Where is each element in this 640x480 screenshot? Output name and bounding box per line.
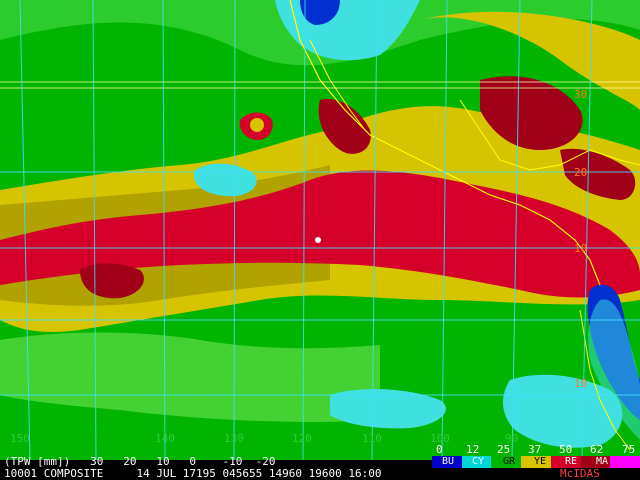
scale-value: 0 (436, 443, 443, 456)
lat-label: 10 (574, 242, 587, 255)
moisture-green-dot (250, 118, 264, 132)
lat-label: 20 (574, 166, 587, 179)
footer-info-line: 10001 COMPOSITE 14 JUL 17195 045655 1496… (4, 467, 382, 480)
color-swatch (610, 456, 640, 468)
scale-value: 25 (497, 443, 511, 456)
scale-value: 37 (528, 443, 542, 456)
swatch-label: BU (442, 456, 455, 467)
scale-value: 12 (466, 443, 480, 456)
scale-value: 62 (590, 443, 604, 456)
tpw-map: 150 140 130 120 110 100 90 30 20 10 10 (0, 0, 640, 460)
swatch-label: CY (472, 456, 485, 467)
lat-label: 30 (574, 88, 587, 101)
swatch-label: YE (534, 456, 547, 467)
lon-label: 130 (224, 432, 244, 445)
mcidas-label: McIDAS (560, 467, 600, 480)
lon-label: 150 (10, 432, 30, 445)
swatch-label: GR (503, 456, 516, 467)
storm-marker (315, 237, 321, 243)
lat-label: 10 (574, 377, 587, 390)
scale-value: 50 (559, 443, 573, 456)
lon-label: 140 (155, 432, 175, 445)
lon-label: 120 (292, 432, 312, 445)
scale-value: 75 (622, 443, 636, 456)
footer-scale-line: (TPW [mm]) 30 20 10 0 -10 -20 (4, 455, 276, 468)
lon-label: 110 (362, 432, 382, 445)
